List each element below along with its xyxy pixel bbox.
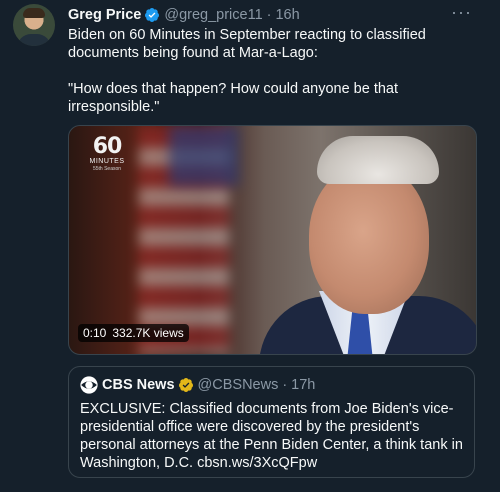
quoted-author-handle[interactable]: @CBSNews xyxy=(198,377,279,393)
tweet[interactable]: Greg Price @greg_price11 · 16h ··· Biden… xyxy=(0,0,500,492)
quoted-author-name[interactable]: CBS News xyxy=(102,377,175,393)
logo-season: 55th Season xyxy=(92,166,122,172)
quoted-tweet-text: EXCLUSIVE: Classified documents from Joe… xyxy=(80,401,463,471)
video-player[interactable]: 60 MINUTES 55th Season 0:10 332.7K views xyxy=(68,125,477,355)
quoted-tweet[interactable]: CBS News @CBSNews · 17h EXCLUSIVE: Class… xyxy=(68,366,475,478)
sixty-minutes-logo: 60 MINUTES 55th Season xyxy=(85,134,129,173)
quoted-tweet-header: CBS News @CBSNews · 17h xyxy=(80,376,315,394)
video-stats-badge: 0:10 332.7K views xyxy=(78,324,189,342)
cbs-eye-logo-icon xyxy=(80,376,98,394)
author-handle[interactable]: @greg_price11 xyxy=(164,7,262,23)
avatar-hair xyxy=(23,8,45,18)
logo-number: 60 xyxy=(92,134,123,159)
author-name[interactable]: Greg Price xyxy=(68,7,141,23)
avatar-body xyxy=(17,34,51,46)
video-flag-canton xyxy=(169,126,239,186)
verified-gold-badge-icon xyxy=(178,378,193,392)
tweet-time[interactable]: 16h xyxy=(275,7,299,23)
quoted-tweet-time[interactable]: 17h xyxy=(291,377,315,393)
video-hair xyxy=(317,136,439,184)
tweet-text-line2: "How does that happen? How could anyone … xyxy=(68,81,399,115)
video-face xyxy=(309,164,429,314)
tweet-header: Greg Price @greg_price11 · 16h xyxy=(68,5,300,25)
avatar[interactable] xyxy=(13,4,55,46)
logo-word: MINUTES xyxy=(89,158,125,165)
header-separator: · xyxy=(266,7,272,23)
tweet-text-line1: Biden on 60 Minutes in September reactin… xyxy=(68,27,426,61)
video-duration: 0:10 xyxy=(83,326,107,340)
video-views: 332.7K views xyxy=(112,326,184,340)
verified-badge-icon xyxy=(145,8,160,22)
tweet-text: Biden on 60 Minutes in September reactin… xyxy=(68,26,478,116)
quoted-header-separator: · xyxy=(282,377,288,393)
more-horizontal-icon[interactable]: ··· xyxy=(451,2,472,22)
